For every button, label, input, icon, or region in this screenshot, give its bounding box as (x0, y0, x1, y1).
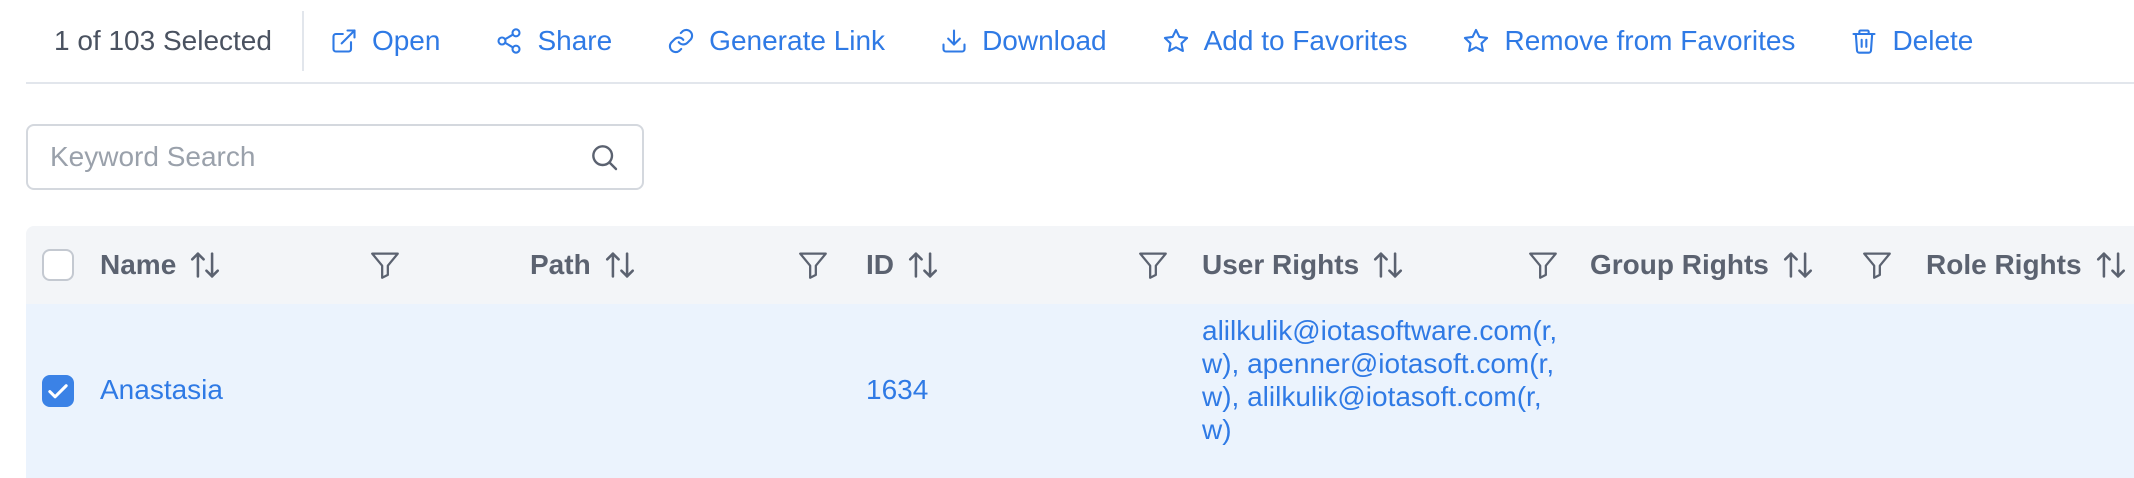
column-header-group-rights-label: Group Rights (1590, 249, 1769, 280)
filter-icon[interactable] (368, 248, 402, 282)
filter-icon[interactable] (1526, 248, 1560, 282)
column-header-name-label: Name (100, 249, 177, 280)
delete-label: Delete (1892, 25, 1974, 56)
add-to-favorites-button[interactable]: Add to Favorites (1162, 25, 1408, 57)
sort-icon[interactable] (188, 248, 222, 282)
table-row[interactable]: Anastasia 1634 alilkulik@iotasoftware.co… (26, 304, 2134, 478)
external-link-icon (330, 27, 358, 55)
download-label: Download (982, 25, 1107, 56)
add-to-favorites-label: Add to Favorites (1203, 25, 1408, 56)
generate-link-label: Generate Link (709, 25, 886, 56)
row-user-rights[interactable]: alilkulik@iotasoftware.com(r, w), apenne… (1202, 314, 1562, 446)
column-header-path[interactable]: Path (530, 226, 637, 304)
remove-from-favorites-label: Remove from Favorites (1504, 25, 1796, 56)
column-header-name[interactable]: Name (100, 226, 222, 304)
row-name-link[interactable]: Anastasia (100, 374, 223, 406)
column-header-user-rights-label: User Rights (1202, 249, 1360, 280)
column-header-group-rights[interactable]: Group Rights (1590, 226, 1815, 304)
search-input[interactable] (28, 125, 588, 189)
download-icon (940, 27, 968, 55)
generate-link-button[interactable]: Generate Link (667, 25, 885, 57)
trash-icon (1850, 27, 1878, 55)
column-header-role-rights-label: Role Rights (1926, 249, 2082, 280)
sort-icon[interactable] (1781, 248, 1815, 282)
open-button[interactable]: Open (330, 25, 441, 57)
share-button[interactable]: Share (495, 25, 612, 57)
check-icon (48, 384, 68, 399)
row-id[interactable]: 1634 (866, 374, 928, 406)
files-table: Name Path ID User Rights Group Rights Ro… (26, 226, 2134, 478)
select-all-checkbox[interactable] (42, 249, 74, 281)
row-checkbox[interactable] (42, 375, 74, 407)
remove-from-favorites-button[interactable]: Remove from Favorites (1462, 25, 1795, 57)
action-toolbar: 1 of 103 Selected Open Share Generate Li… (26, 0, 2134, 84)
selection-count: 1 of 103 Selected (54, 25, 272, 56)
column-header-user-rights[interactable]: User Rights (1202, 226, 1405, 304)
column-header-id[interactable]: ID (866, 226, 940, 304)
column-header-role-rights[interactable]: Role Rights (1926, 226, 2128, 304)
link-icon (667, 27, 695, 55)
sort-icon[interactable] (603, 248, 637, 282)
file-browser-page: 1 of 103 Selected Open Share Generate Li… (0, 0, 2134, 478)
filter-icon[interactable] (1136, 248, 1170, 282)
star-outline-icon (1462, 27, 1490, 55)
toolbar-divider (301, 11, 304, 71)
share-icon (495, 27, 523, 55)
search-icon[interactable] (588, 141, 620, 173)
download-button[interactable]: Download (940, 25, 1107, 57)
delete-button[interactable]: Delete (1850, 25, 1973, 57)
keyword-search (26, 124, 644, 190)
sort-icon[interactable] (2094, 248, 2128, 282)
open-label: Open (371, 25, 441, 56)
share-label: Share (537, 25, 613, 56)
column-header-id-label: ID (866, 249, 894, 280)
filter-icon[interactable] (796, 248, 830, 282)
sort-icon[interactable] (1371, 248, 1405, 282)
column-header-path-label: Path (530, 249, 591, 280)
filter-icon[interactable] (1860, 248, 1894, 282)
sort-icon[interactable] (906, 248, 940, 282)
star-icon (1162, 27, 1190, 55)
table-header: Name Path ID User Rights Group Rights Ro… (26, 226, 2134, 304)
